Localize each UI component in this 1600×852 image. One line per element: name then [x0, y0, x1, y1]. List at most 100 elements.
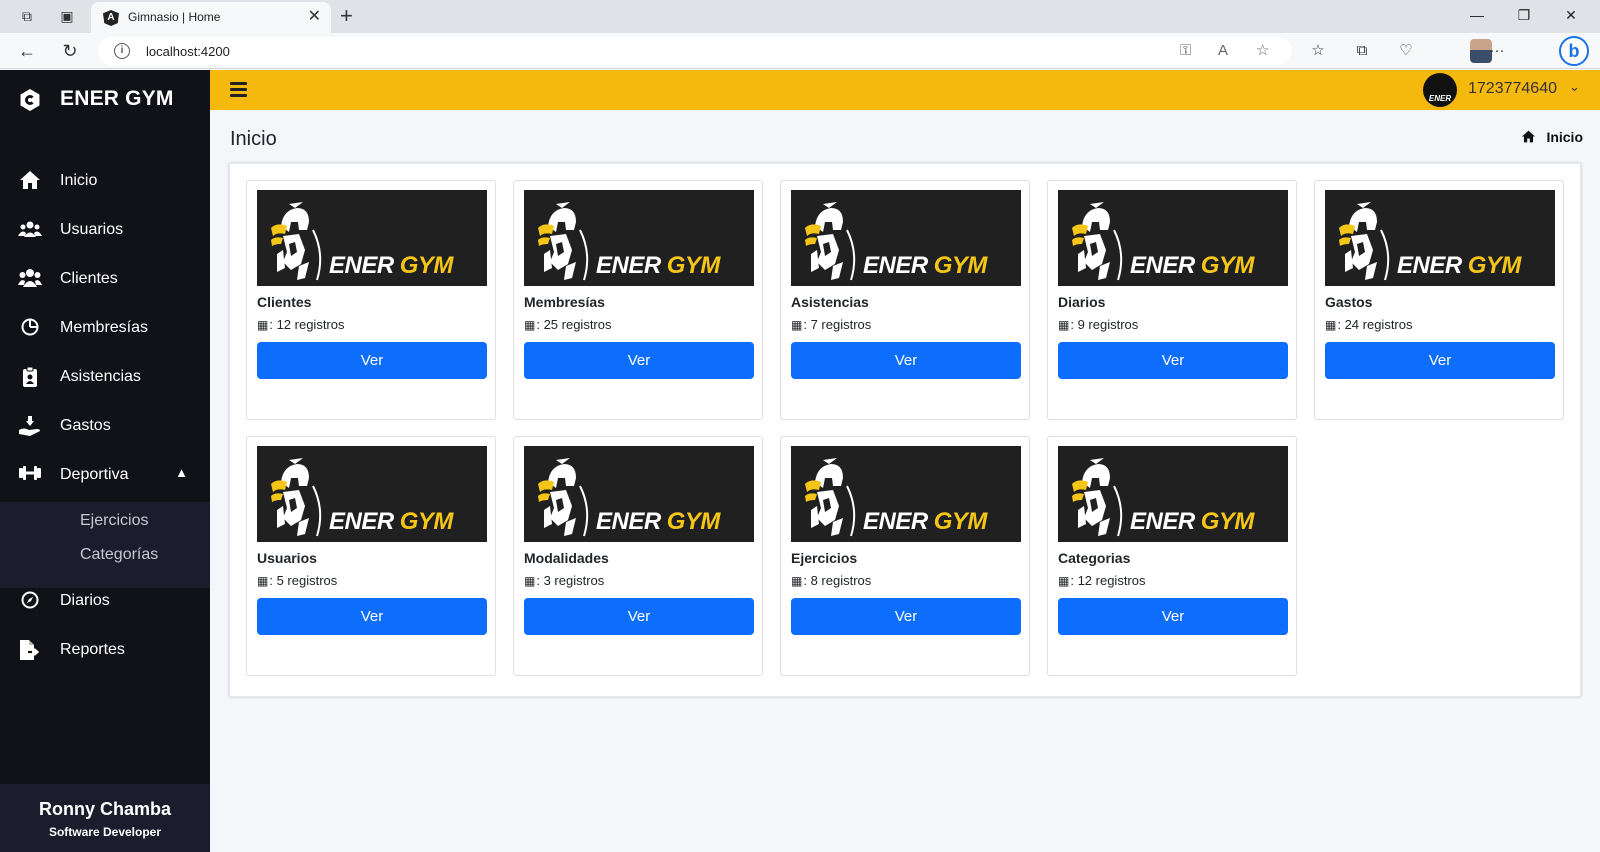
back-arrow-icon[interactable]: ←	[16, 40, 38, 62]
minimize-icon[interactable]: —	[1462, 5, 1492, 25]
sidebar-item-label: Usuarios	[60, 221, 124, 238]
chart-pie-icon	[18, 317, 42, 339]
view-button[interactable]: Ver	[524, 598, 754, 635]
chevron-up-icon[interactable]: ▲	[175, 465, 188, 480]
sidebar-item-deportiva[interactable]: Deportiva ▲	[0, 455, 210, 495]
sidebar-item-label: Membresías	[60, 319, 149, 336]
restore-icon[interactable]: ❐	[1509, 5, 1539, 25]
favorites-icon[interactable]: ☆	[1307, 41, 1329, 61]
card-title: Usuarios	[257, 550, 317, 566]
avatar-text: ENER	[1428, 94, 1452, 103]
energym-logo-image: ENER GYM	[1058, 446, 1288, 542]
view-button[interactable]: Ver	[1325, 342, 1555, 379]
spartan-helmet-icon	[1072, 458, 1123, 537]
spartan-helmet-icon	[1339, 202, 1390, 281]
breadcrumb[interactable]: Inicio	[1521, 129, 1583, 146]
card-count: ▦: 8 registros	[791, 573, 871, 588]
key-icon[interactable]: ⚿	[1180, 42, 1191, 60]
grid-icon: ▦	[1058, 318, 1070, 332]
view-button[interactable]: Ver	[791, 342, 1021, 379]
energym-logo-text: ENER GYM	[1130, 508, 1254, 535]
browser-tab-bar: ⧉ ▣ A Gimnasio | Home ✕ + — ❐ ✕	[0, 0, 1600, 33]
energym-logo-image: ENER GYM	[1325, 190, 1555, 286]
brand-logo-icon	[20, 89, 40, 111]
info-icon[interactable]: i	[114, 43, 130, 59]
sidebar-item-gastos[interactable]: Gastos	[0, 406, 210, 446]
new-tab-icon[interactable]: +	[340, 4, 353, 28]
card-count: ▦: 24 registros	[1325, 317, 1413, 332]
workspaces-icon[interactable]: ⧉	[18, 7, 36, 25]
view-button[interactable]: Ver	[1058, 342, 1288, 379]
card-count-text: : 5 registros	[269, 573, 338, 588]
energym-logo-text: ENER GYM	[1397, 252, 1521, 279]
tab-actions-icon[interactable]: ▣	[58, 7, 76, 25]
user-avatar[interactable]: ENER	[1423, 73, 1457, 107]
compass-icon	[18, 590, 42, 612]
url-text[interactable]: localhost:4200	[146, 44, 230, 59]
breadcrumb-label: Inicio	[1546, 129, 1583, 145]
sidebar-item-diarios[interactable]: Diarios	[0, 581, 210, 621]
sidebar-item-clientes[interactable]: Clientes	[0, 259, 210, 299]
view-button[interactable]: Ver	[257, 598, 487, 635]
menu-toggle-icon[interactable]	[230, 82, 247, 97]
app-header: ENER 1723774640 ⌄	[210, 70, 1600, 110]
module-card-categorias: ENER GYM Categorias ▦: 12 registros Ver	[1047, 436, 1297, 676]
grid-icon: ▦	[1325, 318, 1337, 332]
view-button[interactable]: Ver	[1058, 598, 1288, 635]
card-title: Membresías	[524, 294, 605, 310]
sidebar-item-label: Asistencias	[60, 368, 141, 385]
card-count-text: : 8 registros	[803, 573, 872, 588]
chevron-down-icon[interactable]: ⌄	[1569, 79, 1580, 95]
energym-logo-image: ENER GYM	[791, 190, 1021, 286]
grid-icon: ▦	[257, 574, 269, 588]
bing-copilot-icon[interactable]: b	[1559, 36, 1589, 66]
read-aloud-icon[interactable]: A	[1218, 42, 1228, 60]
spartan-helmet-icon	[1072, 202, 1123, 281]
more-options-icon[interactable]: ···	[1486, 41, 1508, 61]
view-button[interactable]: Ver	[524, 342, 754, 379]
card-title: Categorias	[1058, 550, 1131, 566]
sidebar-footer: Ronny Chamba Software Developer	[0, 784, 210, 852]
home-icon	[1521, 129, 1540, 146]
sidebar-item-inicio[interactable]: Inicio	[0, 161, 210, 201]
user-id[interactable]: 1723774640	[1468, 80, 1557, 98]
energym-logo-image: ENER GYM	[257, 190, 487, 286]
url-field[interactable]: i localhost:4200 ⚿ A ☆	[98, 37, 1292, 65]
view-button[interactable]: Ver	[791, 598, 1021, 635]
dashboard-panel: ENER GYM Clientes ▦: 12 registros Ver ENE…	[229, 163, 1581, 697]
module-card-asistencias: ENER GYM Asistencias ▦: 7 registros Ver	[780, 180, 1030, 420]
sidebar-item-usuarios[interactable]: Usuarios	[0, 210, 210, 250]
hand-coin-icon	[18, 415, 42, 437]
sidebar-item-asistencias[interactable]: Asistencias	[0, 357, 210, 397]
submenu-item-ejercicios[interactable]: Ejercicios	[80, 512, 148, 530]
energym-logo-text: ENER GYM	[329, 252, 453, 279]
card-count-text: : 24 registros	[1337, 317, 1413, 332]
browser-tab[interactable]: A Gimnasio | Home ✕	[91, 2, 331, 33]
card-count-text: : 9 registros	[1070, 317, 1139, 332]
collections-icon[interactable]: ⧉	[1351, 41, 1373, 61]
refresh-icon[interactable]: ↻	[59, 40, 81, 62]
sidebar-item-label: Inicio	[60, 172, 98, 189]
sidebar-item-membresias[interactable]: Membresías	[0, 308, 210, 348]
card-count: ▦: 12 registros	[257, 317, 345, 332]
close-window-icon[interactable]: ✕	[1556, 5, 1586, 25]
spartan-helmet-icon	[271, 458, 322, 537]
submenu-item-categorias[interactable]: Categorías	[80, 546, 158, 564]
card-count: ▦: 25 registros	[524, 317, 612, 332]
card-count: ▦: 3 registros	[524, 573, 604, 588]
card-title: Clientes	[257, 294, 312, 310]
card-count-text: : 3 registros	[536, 573, 605, 588]
browser-essentials-icon[interactable]: ♡	[1395, 41, 1417, 61]
energym-logo-text: ENER GYM	[1130, 252, 1254, 279]
favorite-star-icon[interactable]: ☆	[1256, 42, 1269, 60]
energym-logo-text: ENER GYM	[329, 508, 453, 535]
spartan-helmet-icon	[805, 202, 856, 281]
home-icon	[18, 170, 42, 192]
close-tab-icon[interactable]: ✕	[308, 8, 321, 26]
spartan-helmet-icon	[538, 202, 589, 281]
view-button[interactable]: Ver	[257, 342, 487, 379]
page-title: Inicio	[230, 128, 277, 150]
module-card-usuarios: ENER GYM Usuarios ▦: 5 registros Ver	[246, 436, 496, 676]
brand[interactable]: ENER GYM	[0, 70, 210, 130]
sidebar-item-reportes[interactable]: Reportes	[0, 630, 210, 670]
